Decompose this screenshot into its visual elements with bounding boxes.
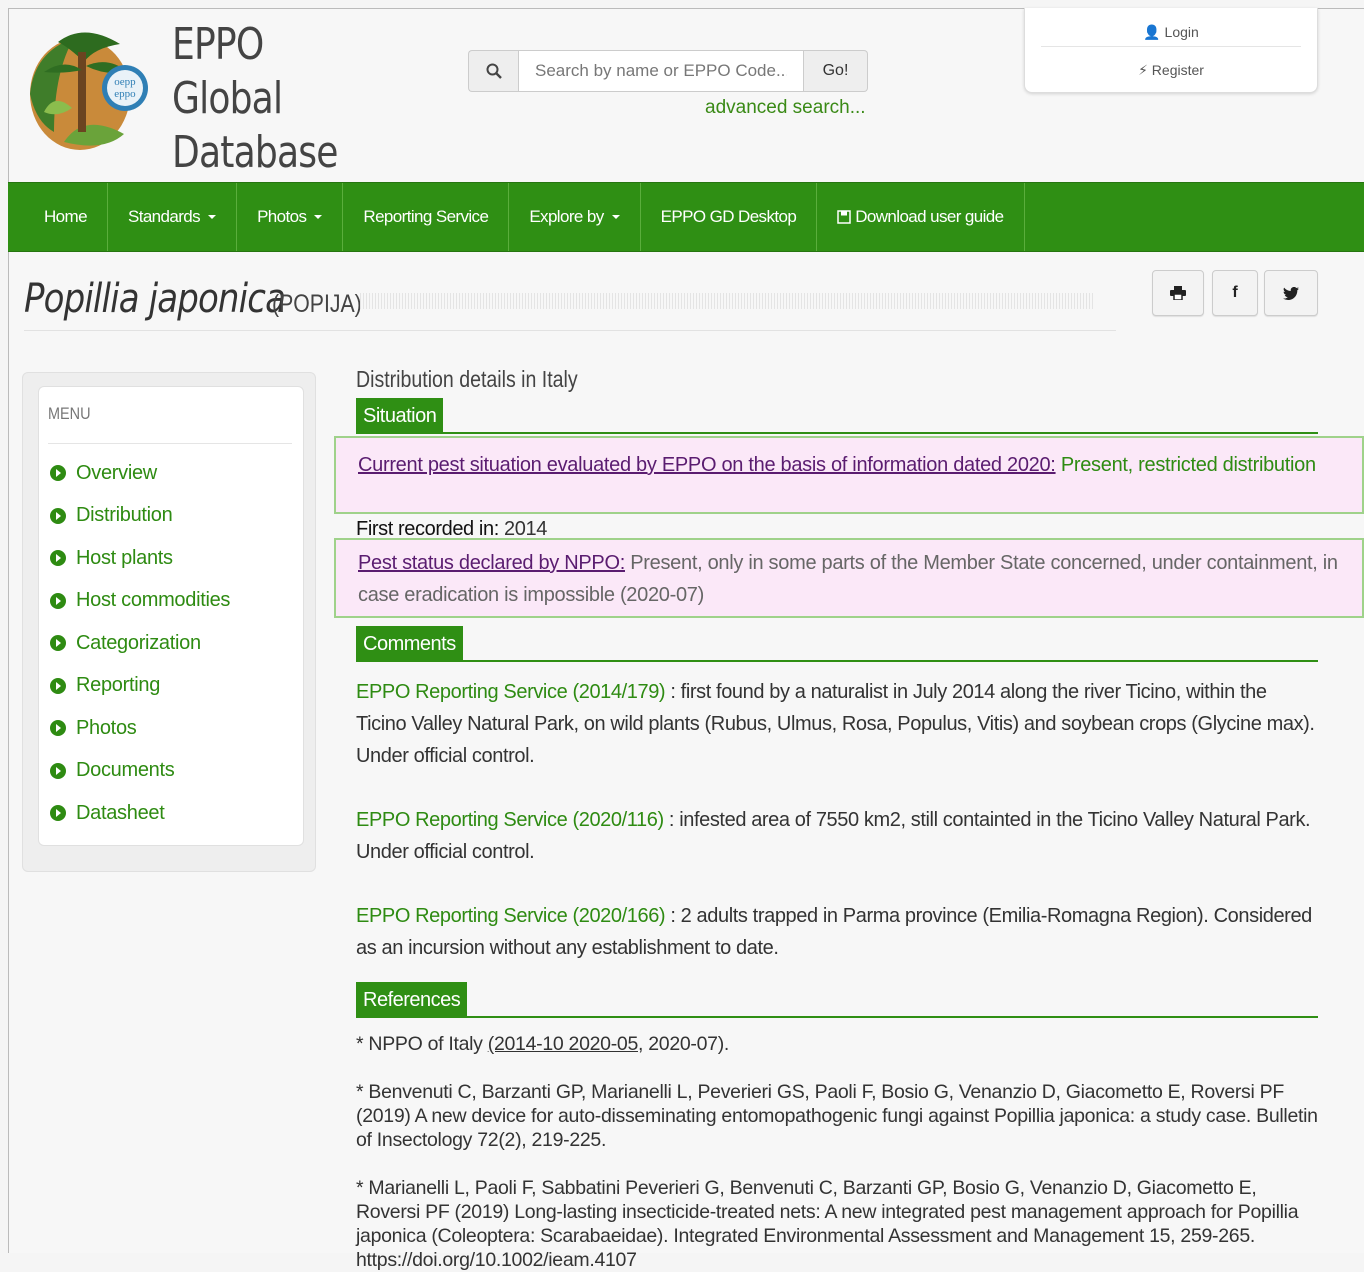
current-situation-box: Current pest situation evaluated by EPPO… bbox=[334, 436, 1364, 514]
facebook-icon: f bbox=[1232, 284, 1238, 301]
distribution-title: Distribution details in Italy bbox=[356, 366, 578, 392]
print-button[interactable] bbox=[1152, 270, 1204, 316]
reference-link[interactable]: (2014-10 2020-05 bbox=[488, 1033, 639, 1055]
print-icon bbox=[1170, 286, 1186, 300]
facebook-share-button[interactable]: f bbox=[1212, 270, 1258, 316]
sidebar-item-overview[interactable]: Overview bbox=[50, 452, 230, 495]
search-input[interactable] bbox=[518, 50, 804, 92]
floppy-disk-icon bbox=[837, 210, 851, 224]
sidebar-item-photos[interactable]: Photos bbox=[50, 707, 230, 750]
first-recorded-label: First recorded in: bbox=[356, 518, 499, 540]
sidebar-item-distribution[interactable]: Distribution bbox=[50, 495, 230, 538]
arrow-circle-icon bbox=[50, 465, 66, 482]
go-button[interactable]: Go! bbox=[804, 50, 868, 92]
page-title: Popillia japonica (POPIJA) bbox=[24, 276, 362, 322]
arrow-circle-icon bbox=[50, 550, 66, 567]
sidebar-item-categorization[interactable]: Categorization bbox=[50, 622, 230, 665]
sidebar-item-reporting[interactable]: Reporting bbox=[50, 665, 230, 708]
reporting-service-link[interactable]: EPPO Reporting Service (2020/116) bbox=[356, 809, 664, 831]
divider bbox=[48, 443, 292, 444]
twitter-share-button[interactable] bbox=[1264, 270, 1318, 316]
nppo-status-link[interactable]: Pest status declared by NPPO: bbox=[358, 552, 625, 574]
main-nav: Home Standards Photos Reporting Service … bbox=[8, 182, 1364, 252]
current-situation-value: Present, restricted distribution bbox=[1060, 454, 1316, 476]
nav-download-user-guide[interactable]: Download user guide bbox=[817, 183, 1025, 251]
bolt-icon: ⚡ bbox=[1138, 62, 1148, 78]
sidebar-item-documents[interactable]: Documents bbox=[50, 750, 230, 793]
arrow-circle-icon bbox=[50, 720, 66, 737]
caret-down-icon bbox=[208, 215, 217, 219]
divider bbox=[1041, 46, 1301, 47]
eppo-code: (POPIJA) bbox=[272, 290, 362, 318]
search-bar: Go! bbox=[468, 50, 868, 92]
nav-home[interactable]: Home bbox=[8, 183, 108, 251]
situation-label: Situation bbox=[356, 398, 444, 434]
sidebar-item-host-plants[interactable]: Host plants bbox=[50, 537, 230, 580]
comment-item: EPPO Reporting Service (2020/116) : infe… bbox=[356, 809, 1311, 863]
sidebar-item-datasheet[interactable]: Datasheet bbox=[50, 792, 230, 835]
reference-item: * Benvenuti C, Barzanti GP, Marianelli L… bbox=[356, 1081, 1318, 1151]
comments-label: Comments bbox=[356, 626, 463, 662]
reference-item: * Marianelli L, Paoli F, Sabbatini Pever… bbox=[356, 1177, 1299, 1271]
arrow-circle-icon bbox=[50, 507, 66, 524]
arrow-circle-icon bbox=[50, 677, 66, 694]
eppo-logo[interactable]: oepp eppo bbox=[24, 22, 154, 154]
comment-item: EPPO Reporting Service (2020/166) : 2 ad… bbox=[356, 905, 1312, 959]
title-decoration bbox=[360, 293, 1095, 309]
svg-text:oepp: oepp bbox=[114, 76, 136, 88]
nav-explore-by[interactable]: Explore by bbox=[509, 183, 641, 251]
reference-item: * NPPO of Italy (2014-10 2020-05, 2020-0… bbox=[356, 1033, 730, 1055]
nav-gd-desktop[interactable]: EPPO GD Desktop bbox=[641, 183, 818, 251]
first-recorded-value: 2014 bbox=[504, 518, 547, 540]
arrow-circle-icon bbox=[50, 805, 66, 822]
login-link[interactable]: 👤 Login bbox=[1025, 24, 1317, 41]
user-panel: 👤 Login ⚡ Register bbox=[1024, 8, 1318, 93]
search-button[interactable] bbox=[468, 50, 518, 92]
nav-photos[interactable]: Photos bbox=[237, 183, 344, 251]
advanced-search-link[interactable]: advanced search... bbox=[705, 97, 866, 119]
divider bbox=[356, 660, 1318, 662]
search-icon bbox=[486, 63, 502, 79]
current-situation-link[interactable]: Current pest situation evaluated by EPPO… bbox=[358, 454, 1056, 476]
comment-item: EPPO Reporting Service (2014/179) : firs… bbox=[356, 681, 1315, 767]
brand-title[interactable]: EPPO Global Database bbox=[172, 18, 338, 180]
arrow-circle-icon bbox=[50, 592, 66, 609]
reporting-service-link[interactable]: EPPO Reporting Service (2014/179) bbox=[356, 681, 666, 703]
divider bbox=[24, 330, 1116, 331]
reporting-service-link[interactable]: EPPO Reporting Service (2020/166) bbox=[356, 905, 666, 927]
svg-text:eppo: eppo bbox=[114, 88, 136, 100]
caret-down-icon bbox=[314, 215, 323, 219]
references-label: References bbox=[356, 982, 468, 1018]
caret-down-icon bbox=[611, 215, 620, 219]
sidebar-menu: Overview Distribution Host plants Host c… bbox=[50, 452, 230, 835]
nppo-status-box: Pest status declared by NPPO: Present, o… bbox=[334, 538, 1364, 618]
user-icon: 👤 bbox=[1143, 24, 1161, 40]
register-link[interactable]: ⚡ Register bbox=[1025, 62, 1317, 79]
menu-heading: MENU bbox=[48, 404, 91, 423]
nav-standards[interactable]: Standards bbox=[108, 183, 238, 251]
arrow-circle-icon bbox=[50, 635, 66, 652]
nav-reporting-service[interactable]: Reporting Service bbox=[343, 183, 510, 251]
arrow-circle-icon bbox=[50, 762, 66, 779]
scientific-name: Popillia japonica bbox=[24, 276, 286, 322]
sidebar-item-host-commodities[interactable]: Host commodities bbox=[50, 580, 230, 623]
twitter-icon bbox=[1283, 286, 1299, 300]
divider bbox=[356, 432, 1318, 434]
divider bbox=[356, 1016, 1318, 1018]
